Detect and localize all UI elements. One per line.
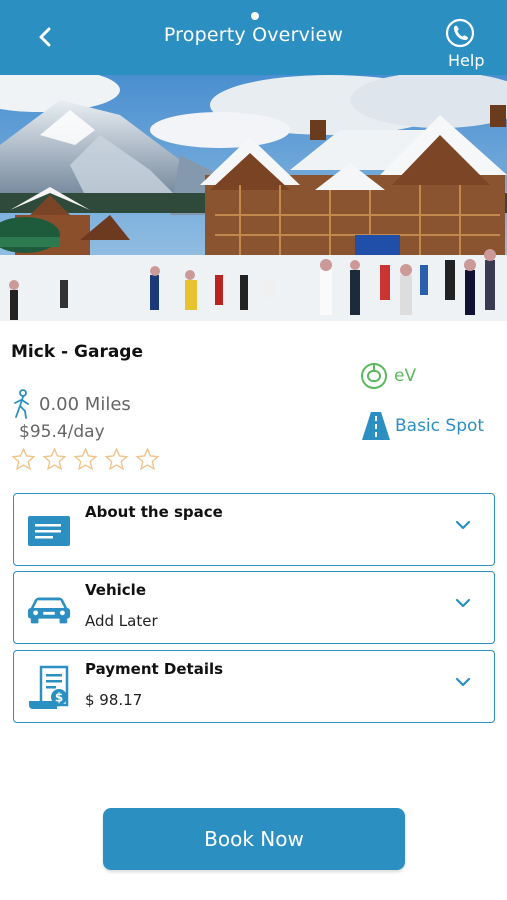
help-button[interactable]: Help bbox=[440, 18, 496, 72]
star-icon bbox=[135, 447, 160, 471]
back-button[interactable] bbox=[30, 22, 60, 52]
document-icon bbox=[26, 508, 72, 554]
app-header: Property Overview Help bbox=[0, 0, 507, 75]
help-label: Help bbox=[448, 51, 485, 70]
property-photo bbox=[0, 75, 507, 321]
car-icon bbox=[26, 586, 72, 632]
headset-icon bbox=[445, 18, 475, 48]
road-icon bbox=[362, 412, 390, 440]
chevron-left-icon bbox=[39, 27, 51, 47]
spot-type-label: Basic Spot bbox=[395, 416, 485, 436]
about-space-card[interactable]: About the space bbox=[13, 493, 495, 566]
card-value: Add Later bbox=[85, 612, 158, 630]
spot-type-badge: Basic Spot bbox=[361, 411, 484, 441]
card-title: Vehicle bbox=[85, 581, 146, 599]
rating-stars bbox=[11, 447, 160, 472]
distance-row: 0.00 Miles bbox=[11, 389, 131, 419]
chevron-down-icon[interactable] bbox=[454, 516, 472, 534]
price-per-day: $95.4/day bbox=[19, 422, 105, 442]
camera-dot bbox=[251, 12, 259, 20]
card-value: $ 98.17 bbox=[85, 691, 143, 709]
chevron-down-icon[interactable] bbox=[454, 594, 472, 612]
star-icon bbox=[42, 447, 67, 471]
star-icon bbox=[104, 447, 129, 471]
walking-person-icon bbox=[14, 389, 29, 419]
star-icon bbox=[11, 447, 36, 471]
invoice-icon: $ bbox=[26, 665, 72, 711]
page-title: Property Overview bbox=[163, 24, 344, 46]
payment-details-card[interactable]: $ Payment Details $ 98.17 bbox=[13, 650, 495, 723]
spot-name: Mick - Garage bbox=[11, 342, 143, 362]
ev-charger-icon bbox=[361, 363, 387, 389]
book-now-button[interactable]: Book Now bbox=[103, 808, 405, 870]
card-title: Payment Details bbox=[85, 660, 224, 678]
distance-text: 0.00 Miles bbox=[39, 393, 131, 415]
svg-text:$: $ bbox=[55, 691, 63, 705]
card-title: About the space bbox=[85, 503, 223, 521]
ev-badge: eV bbox=[360, 362, 416, 390]
chevron-down-icon[interactable] bbox=[454, 673, 472, 691]
star-icon bbox=[73, 447, 98, 471]
ev-label: eV bbox=[394, 366, 417, 386]
vehicle-card[interactable]: Vehicle Add Later bbox=[13, 571, 495, 644]
